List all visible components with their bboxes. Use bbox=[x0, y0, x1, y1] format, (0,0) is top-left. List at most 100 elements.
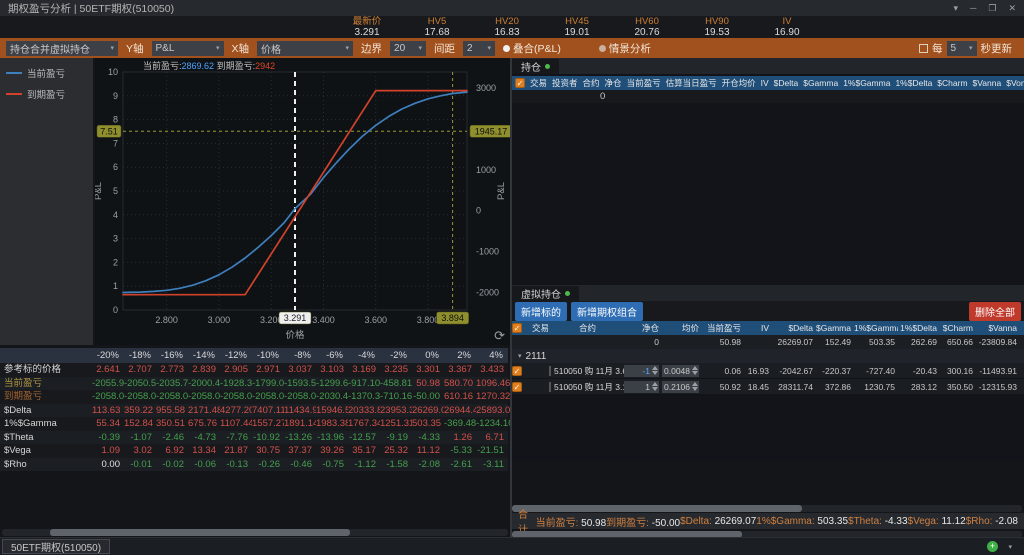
spinner-up-icon[interactable] bbox=[692, 382, 698, 386]
totals-item-label: 到期盈亏: bbox=[606, 517, 652, 529]
scenario-cell: -10.92 bbox=[252, 430, 284, 444]
stat-label: HV90 bbox=[705, 16, 729, 27]
price-stepper[interactable]: 0.2106 bbox=[662, 380, 699, 393]
scenario-column-header: -4% bbox=[348, 348, 380, 363]
y-axis-select[interactable]: P&L ▾ bbox=[151, 40, 224, 56]
tab-options-caret-icon[interactable]: ▾ bbox=[1008, 543, 1012, 551]
spinner-down-icon[interactable] bbox=[652, 371, 658, 375]
totals-item-value: -50.00 bbox=[651, 517, 681, 529]
left-scrollbar-thumb[interactable] bbox=[50, 529, 350, 536]
scenario-cell: 3.169 bbox=[348, 363, 380, 377]
x-axis-title: 价格 bbox=[285, 329, 305, 341]
x-axis-tick: 2.800 bbox=[155, 315, 178, 325]
header-checkbox[interactable]: ✓ bbox=[512, 323, 522, 333]
scenario-cell: 1.26 bbox=[444, 430, 476, 444]
scenario-cell: 15946.59 bbox=[316, 403, 356, 417]
totals-item: $Delta: 26269.07 bbox=[680, 516, 756, 527]
virtual-panel-titlebar: 虚拟持仓 bbox=[512, 285, 1024, 301]
auto-refresh-checkbox[interactable] bbox=[919, 43, 928, 53]
window-close-icon[interactable]: ✕ bbox=[1008, 3, 1016, 14]
row-checkbox[interactable]: ✓ bbox=[512, 365, 522, 376]
window-minimize-icon[interactable]: ─ bbox=[970, 3, 976, 14]
delete-all-button[interactable]: 删除全部 bbox=[969, 301, 1021, 321]
positions-tab[interactable]: 持仓 bbox=[512, 59, 559, 74]
spinner-down-icon[interactable] bbox=[652, 387, 658, 391]
scenario-cell: -0.39 bbox=[92, 430, 124, 444]
add-underlying-button[interactable]: 新增标的 bbox=[515, 301, 567, 321]
row-checkbox[interactable]: ✓ bbox=[512, 381, 522, 392]
virtual-row-cell: 350.50 bbox=[947, 381, 973, 392]
position-mode-select[interactable]: 持仓合并虚拟持仓 ▾ bbox=[6, 40, 118, 56]
stat-value: 20.76 bbox=[634, 27, 660, 38]
chart-refresh-icon[interactable]: ⟳ bbox=[494, 329, 505, 342]
totals-item: 当前盈亏: 50.98 bbox=[536, 514, 607, 529]
scenario-cell: 11.12 bbox=[412, 444, 444, 458]
window-dropdown-icon[interactable]: ▾ bbox=[953, 3, 958, 14]
x-axis-select[interactable]: 价格 ▾ bbox=[257, 40, 354, 56]
right-scrollbar-thumb[interactable] bbox=[512, 505, 802, 512]
virtual-position-row[interactable]: ✓ 510050 购 11月 3.6 -1 0.0048 0.06 16.93 -2042.… bbox=[512, 363, 1024, 379]
spinner-arrows-icon[interactable] bbox=[652, 366, 658, 375]
positions-column-header: 投资者 bbox=[552, 78, 578, 88]
virtual-empty-area bbox=[512, 395, 1024, 461]
virtual-positions-tab[interactable]: 虚拟持仓 bbox=[512, 286, 579, 301]
row-checkbox[interactable]: ✓ bbox=[515, 78, 525, 88]
virtual-row-cell: 0.06 bbox=[724, 365, 741, 376]
overlay-pnl-radio[interactable]: 叠合(P&L) bbox=[503, 41, 561, 56]
scenario-cell: -0.01 bbox=[124, 457, 156, 471]
spinner-up-icon[interactable] bbox=[652, 366, 658, 370]
contract-name: 510050 购 11月 3.1 bbox=[554, 381, 624, 392]
scenario-column-header: 4% bbox=[476, 348, 508, 363]
flag-icon bbox=[549, 381, 551, 392]
stat-label: HV20 bbox=[495, 16, 519, 27]
virtual-row-cell: 372.86 bbox=[825, 381, 851, 392]
spinner-down-icon[interactable] bbox=[692, 371, 698, 375]
quantity-stepper[interactable]: 1 bbox=[624, 380, 659, 393]
interval-select[interactable]: 2 ▾ bbox=[463, 40, 496, 56]
boundary-select[interactable]: 20 ▾ bbox=[390, 40, 427, 56]
spinner-arrows-icon[interactable] bbox=[692, 366, 698, 375]
refresh-seconds-select[interactable]: 5 ▾ bbox=[946, 40, 977, 56]
quantity-stepper[interactable]: -1 bbox=[624, 364, 659, 377]
spinner-arrows-icon[interactable] bbox=[652, 382, 658, 391]
virtual-summary-cell: 650.66 bbox=[947, 337, 973, 347]
scenario-row-label: 到期盈亏 bbox=[0, 390, 92, 404]
scenario-cell: 3.433 bbox=[476, 363, 508, 377]
scenario-cell: -2058.00 bbox=[188, 390, 226, 404]
virtual-position-row[interactable]: ✓ 510050 购 11月 3.1 1 0.2106 50.92 18.45 28311.… bbox=[512, 379, 1024, 395]
scenario-cell: -0.13 bbox=[220, 457, 252, 471]
totals-item-label: 当前盈亏: bbox=[535, 517, 582, 529]
scenario-corner-cell bbox=[0, 348, 92, 363]
stat-label: 最新价 bbox=[352, 16, 382, 27]
refresh-every-label: 每 bbox=[932, 42, 943, 55]
scenario-analysis-radio[interactable]: 情景分析 bbox=[598, 41, 651, 56]
positions-column-header: 当前盈亏 bbox=[626, 78, 661, 88]
window-maximize-icon[interactable]: ❐ bbox=[988, 3, 996, 14]
y-left-tick: 2 bbox=[113, 257, 118, 267]
spinner-arrows-icon[interactable] bbox=[692, 382, 698, 391]
scenario-cell: 1767.34 bbox=[348, 417, 383, 431]
y-right-axis-title: P&L bbox=[496, 182, 507, 200]
totals-item: 1%$Gamma: 503.35 bbox=[756, 516, 848, 527]
legend-item: 当前盈亏 bbox=[6, 66, 87, 80]
add-option-combo-button[interactable]: 新增期权组合 bbox=[571, 301, 643, 321]
scenario-cell: 1270.32 bbox=[476, 390, 511, 404]
spinner-up-icon[interactable] bbox=[652, 382, 658, 386]
pnl-chart[interactable]: 2.800 3.000 3.200 3.400 3.600 3.800 0 1 2 3 4 5 6 7 8 9… bbox=[95, 58, 510, 345]
virtual-group-row[interactable]: ▾ 2111 bbox=[512, 349, 1024, 363]
scenario-cell: -1593.54 bbox=[284, 376, 322, 390]
y-right-tick: 3000 bbox=[476, 83, 496, 93]
scenario-cell: -710.16 bbox=[380, 390, 413, 404]
price-stepper[interactable]: 0.0048 bbox=[662, 364, 699, 377]
spinner-down-icon[interactable] bbox=[692, 387, 698, 391]
spinner-up-icon[interactable] bbox=[692, 366, 698, 370]
add-tab-plus-icon[interactable]: + bbox=[987, 541, 998, 552]
scenario-cell: -2050.56 bbox=[124, 376, 162, 390]
virtual-row-cell: 1230.75 bbox=[864, 381, 895, 392]
scenario-cell: 2171.48 bbox=[188, 403, 223, 417]
virtual-row-cell: -220.37 bbox=[822, 365, 851, 376]
flag-icon bbox=[549, 365, 551, 376]
group-caret-icon: ▾ bbox=[518, 353, 522, 360]
status-tab-underlying[interactable]: 50ETF期权(510050) bbox=[2, 539, 111, 554]
scenario-row-label: $Delta bbox=[0, 403, 92, 417]
